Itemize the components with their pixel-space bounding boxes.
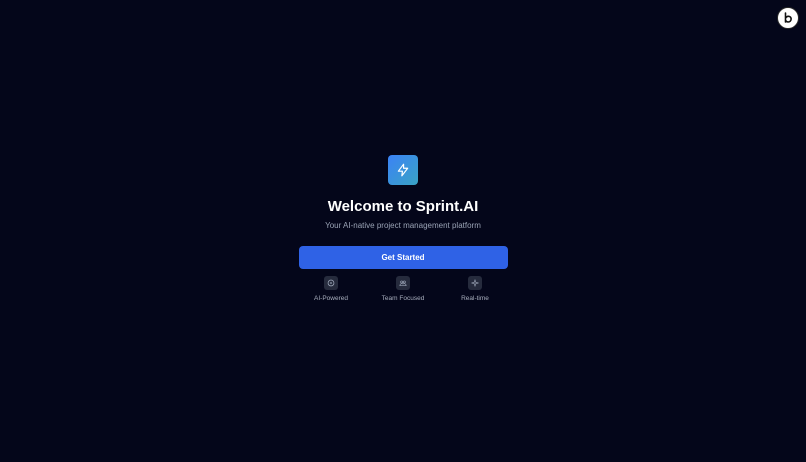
- sparkle-icon: [468, 276, 482, 290]
- b-logo-icon[interactable]: [777, 7, 799, 29]
- page-subtitle: Your AI-native project management platfo…: [325, 221, 481, 230]
- page-title: Welcome to Sprint.AI: [327, 198, 479, 215]
- welcome-panel: Welcome to Sprint.AI Your AI-native proj…: [0, 155, 806, 303]
- circle-dot-icon: [324, 276, 338, 290]
- feature-list: AI-Powered Team Focused Real-time: [295, 276, 511, 303]
- welcome-screen: Welcome to Sprint.AI Your AI-native proj…: [0, 0, 806, 462]
- lightning-bolt-icon: [397, 163, 409, 177]
- feature-label: AI-Powered: [314, 295, 348, 302]
- feature-item-team-focused: Team Focused: [367, 276, 439, 303]
- feature-label: Real-time: [461, 295, 489, 302]
- feature-label: Team Focused: [381, 295, 425, 302]
- feature-item-real-time: Real-time: [439, 276, 511, 303]
- app-logo: [388, 155, 418, 185]
- get-started-button[interactable]: Get Started: [298, 246, 508, 269]
- feature-item-ai-powered: AI-Powered: [295, 276, 367, 303]
- team-icon: [396, 276, 410, 290]
